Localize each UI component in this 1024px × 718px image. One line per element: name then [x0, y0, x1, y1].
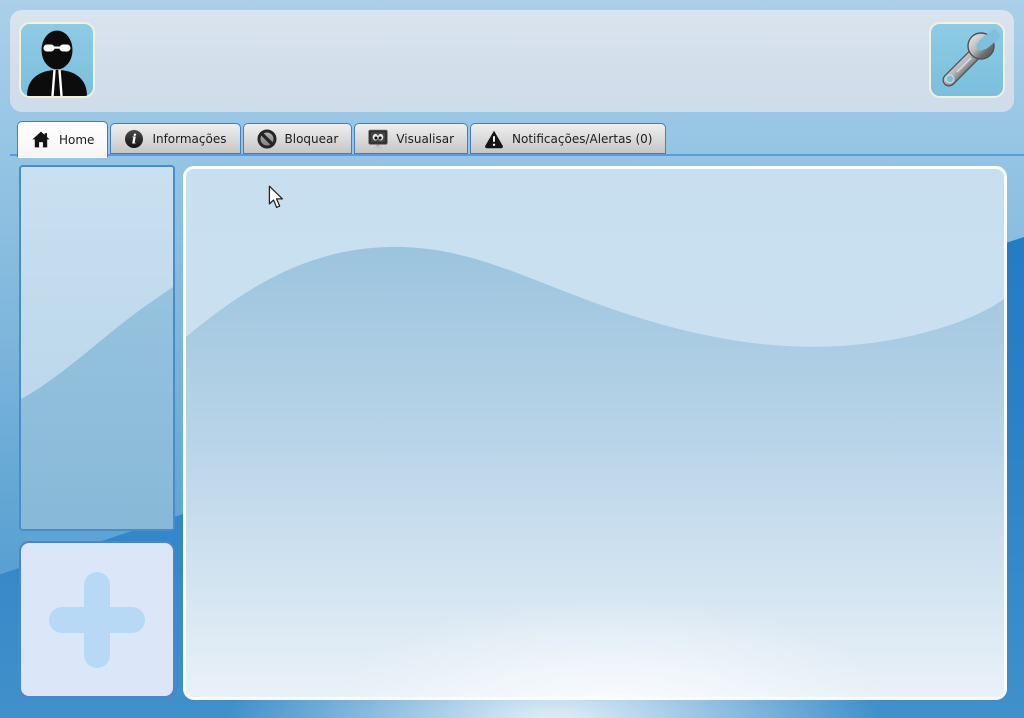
block-icon	[257, 129, 277, 149]
tab-visualisar[interactable]: Visualisar	[354, 123, 469, 154]
tab-label: Visualisar	[396, 131, 455, 146]
tab-notificacoes-alertas[interactable]: Notificações/Alertas (0)	[470, 123, 667, 154]
profile-slot-panel[interactable]	[19, 165, 175, 531]
tab-informacoes[interactable]: i Informações	[110, 123, 241, 154]
wrench-icon	[931, 24, 1003, 96]
warning-icon	[484, 129, 504, 149]
app-window: Home i Informações Bloquear Visualisar N…	[0, 0, 1024, 718]
header-bar	[10, 10, 1014, 112]
tab-label: Informações	[152, 131, 227, 146]
settings-wrench-button[interactable]	[929, 22, 1005, 98]
home-icon	[31, 130, 51, 150]
tab-label: Notificações/Alertas (0)	[512, 131, 653, 146]
tab-label: Home	[59, 132, 95, 147]
tab-home[interactable]: Home	[17, 121, 109, 158]
tab-label: Bloquear	[284, 131, 339, 146]
svg-text:i: i	[132, 132, 137, 147]
spy-person-icon	[21, 24, 93, 96]
info-icon: i	[124, 129, 144, 149]
tab-bloquear[interactable]: Bloquear	[242, 123, 353, 154]
main-content-panel	[183, 166, 1007, 700]
user-avatar-button[interactable]	[19, 22, 95, 98]
main-panel-wave	[186, 246, 1004, 697]
add-profile-button[interactable]	[19, 541, 175, 698]
profile-panel-wave	[21, 167, 173, 529]
tab-bar: Home i Informações Bloquear Visualisar N…	[17, 121, 667, 158]
monitor-eyes-icon	[368, 129, 388, 149]
